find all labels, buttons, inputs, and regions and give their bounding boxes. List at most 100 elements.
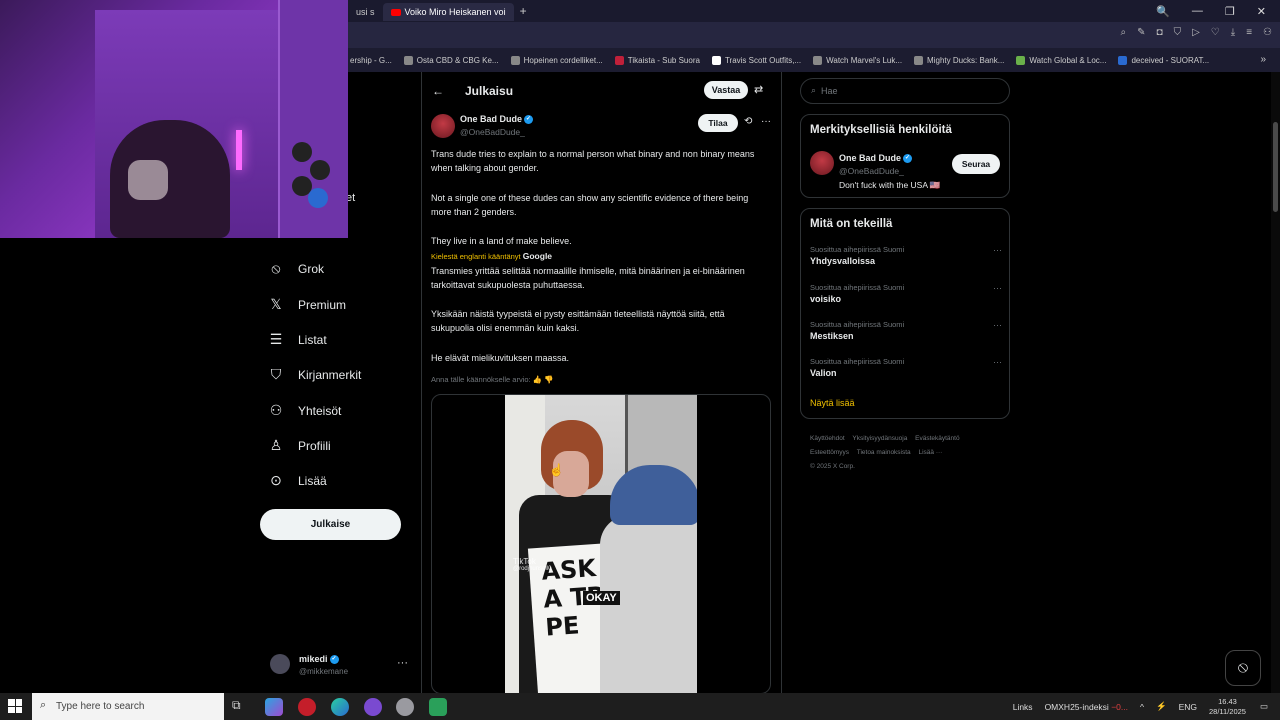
trend-more-icon[interactable]: ··· [993, 245, 1002, 255]
video-player[interactable]: ASK A TR PE TikTok @rodjhunsell0 OKAY ☝ [431, 394, 771, 693]
author-avatar[interactable] [431, 114, 455, 138]
more-circle-icon: ⊙ [270, 472, 282, 488]
nav-item-grok[interactable]: ⦸ Grok [268, 260, 324, 277]
taskbar-search[interactable]: ⌕ [32, 693, 224, 720]
trend-item[interactable]: Suosittua aihepiirissä Suomi voisiko ··· [810, 283, 1002, 304]
post-more-icon[interactable]: ··· [761, 116, 771, 127]
browser-tab-active[interactable]: Voiko Miro Heiskanen voi [382, 3, 514, 21]
nav-item-profile[interactable]: ♙ Profiili [268, 437, 331, 454]
bookmarks-overflow-button[interactable]: » [1260, 54, 1266, 65]
reply-button[interactable]: Vastaa [704, 81, 748, 99]
person-name[interactable]: One Bad Dude [839, 153, 901, 163]
minimize-button[interactable]: — [1192, 5, 1203, 17]
trend-more-icon[interactable]: ··· [993, 357, 1002, 367]
edge-icon[interactable] [331, 698, 349, 716]
language-indicator[interactable]: ENG [1179, 702, 1197, 712]
task-view-icon[interactable]: ⧉ [232, 698, 250, 716]
search-input[interactable] [821, 82, 1001, 100]
bookmark-item[interactable]: Mighty Ducks: Bank... [914, 55, 1004, 65]
browser-tab[interactable]: usi s [348, 3, 383, 21]
opera-icon[interactable] [298, 698, 316, 716]
footer-link[interactable]: Tietoa mainoksista [857, 449, 911, 456]
nav-item-lists[interactable]: ☰ Listat [268, 331, 327, 348]
footer-link[interactable]: Käyttöehdot [810, 435, 845, 442]
footer-link[interactable]: Evästekäytäntö [915, 435, 959, 442]
author-handle[interactable]: @OneBadDude_ [460, 127, 525, 137]
tab-label: Voiko Miro Heiskanen voi [404, 7, 506, 17]
trend-item[interactable]: Suosittua aihepiirissä Suomi Valion ··· [810, 357, 1002, 378]
nav-item-more[interactable]: ⊙ Lisää [268, 472, 327, 489]
zoom-icon[interactable]: ⌕ [1121, 27, 1127, 38]
post-button[interactable]: Julkaise [260, 509, 401, 540]
follow-button[interactable]: Seuraa [952, 154, 1000, 174]
trend-more-icon[interactable]: ··· [993, 283, 1002, 293]
clock[interactable]: 16.43 28/11/2025 [1209, 697, 1246, 717]
trend-item[interactable]: Suosittua aihepiirissä Suomi Yhdysvalloi… [810, 245, 1002, 266]
person-handle[interactable]: @OneBadDude_ [839, 166, 904, 176]
account-switcher[interactable]: mikedi ✓ @mikkemane ··· [270, 651, 412, 681]
bookmark-item[interactable]: Tikaista - Sub Suora [614, 55, 700, 65]
card-title: Mitä on tekeillä [810, 218, 893, 230]
page-scrollbar[interactable] [1271, 72, 1280, 693]
bookmark-item[interactable]: deceived - SUORAT... [1118, 55, 1209, 65]
search-box[interactable]: ⌕ [800, 78, 1010, 104]
grok-chat-button[interactable]: ⦸ [1225, 650, 1261, 686]
page-title: Julkaisu [465, 84, 514, 98]
network-icon[interactable]: ⚡ [1156, 701, 1167, 712]
sidebar-footer: Käyttöehdot Yksityisyydänsuoja Evästekäy… [810, 432, 1010, 474]
new-tab-button[interactable]: + [520, 4, 527, 18]
author-name[interactable]: One Bad Dude [460, 114, 522, 124]
camera-icon[interactable]: ◘ [1157, 27, 1163, 38]
windows-start-icon[interactable] [8, 699, 22, 713]
copilot-icon[interactable] [265, 698, 283, 716]
show-more-link[interactable]: Näytä lisää [810, 398, 855, 408]
toolbar-icons: ⌕ ✎ ◘ ⛉ ▷ ♡ ⤓ ≡ ⚇ [1121, 27, 1272, 38]
close-button[interactable]: ✕ [1257, 5, 1266, 18]
footer-link[interactable]: Lisää ··· [918, 449, 942, 456]
scrollbar-thumb[interactable] [1273, 122, 1278, 212]
favicon-icon [813, 55, 823, 65]
subscribe-button[interactable]: Tilaa [698, 114, 738, 132]
account-icon[interactable]: ⚇ [1263, 27, 1272, 38]
edit-icon[interactable]: ✎ [1137, 27, 1145, 38]
thumbs-down-icon[interactable]: 👎 [544, 375, 553, 384]
footer-link[interactable]: Esteettömyys [810, 449, 849, 456]
grok-explain-icon[interactable]: ⟲ [744, 116, 752, 127]
settings-sliders-icon[interactable]: ⇄ [754, 83, 763, 96]
account-more-icon[interactable]: ··· [397, 657, 408, 669]
column-divider [781, 72, 782, 693]
menu-icon[interactable]: ≡ [1246, 27, 1252, 38]
notifications-icon[interactable]: ▭ [1260, 701, 1268, 712]
browser-search-icon[interactable]: 🔍 [1156, 5, 1170, 18]
shield-icon[interactable]: ⛉ [1174, 27, 1182, 38]
blue-cap [610, 465, 697, 525]
nav-item-bookmarks[interactable]: ⛉ Kirjanmerkit [268, 366, 362, 383]
play-icon[interactable]: ▷ [1192, 27, 1200, 38]
thumbs-up-icon[interactable]: 👍 [533, 375, 542, 384]
trend-item[interactable]: Suosittua aihepiirissä Suomi Mestiksen ·… [810, 320, 1002, 341]
app-icon[interactable] [429, 698, 447, 716]
download-icon[interactable]: ⤓ [1231, 27, 1235, 38]
heart-icon[interactable]: ♡ [1211, 27, 1220, 38]
taskbar-search-input[interactable] [56, 698, 216, 715]
avatar[interactable] [810, 151, 834, 175]
bookmark-item[interactable]: Osta CBD & CBG Ke... [403, 55, 499, 65]
links-toolbar[interactable]: Links [1013, 702, 1033, 712]
bookmark-item[interactable]: Travis Scott Outfits,... [711, 55, 801, 65]
bookmark-item[interactable]: Hopeinen cordelliket... [510, 55, 603, 65]
maximize-button[interactable]: ❐ [1225, 5, 1235, 18]
bookmark-item[interactable]: Watch Global & Loc... [1016, 55, 1106, 65]
tab-label: usi s [356, 7, 375, 17]
trend-more-icon[interactable]: ··· [993, 320, 1002, 330]
bookmark-item[interactable]: ership - G... [350, 56, 392, 65]
nav-item-communities[interactable]: ⚇ Yhteisöt [268, 402, 342, 419]
stock-widget[interactable]: OMXH25-indeksi [1045, 702, 1109, 712]
app-icon[interactable] [396, 698, 414, 716]
bookmark-item[interactable]: Watch Marvel's Luk... [813, 55, 902, 65]
chevron-up-icon[interactable]: ^ [1140, 702, 1144, 712]
discord-icon[interactable] [364, 698, 382, 716]
back-arrow-icon[interactable]: ← [432, 84, 444, 98]
video-frame[interactable]: ASK A TR PE TikTok @rodjhunsell0 OKAY [505, 395, 697, 693]
nav-item-premium[interactable]: 𝕏 Premium [268, 296, 346, 313]
footer-link[interactable]: Yksityisyydänsuoja [852, 435, 907, 442]
